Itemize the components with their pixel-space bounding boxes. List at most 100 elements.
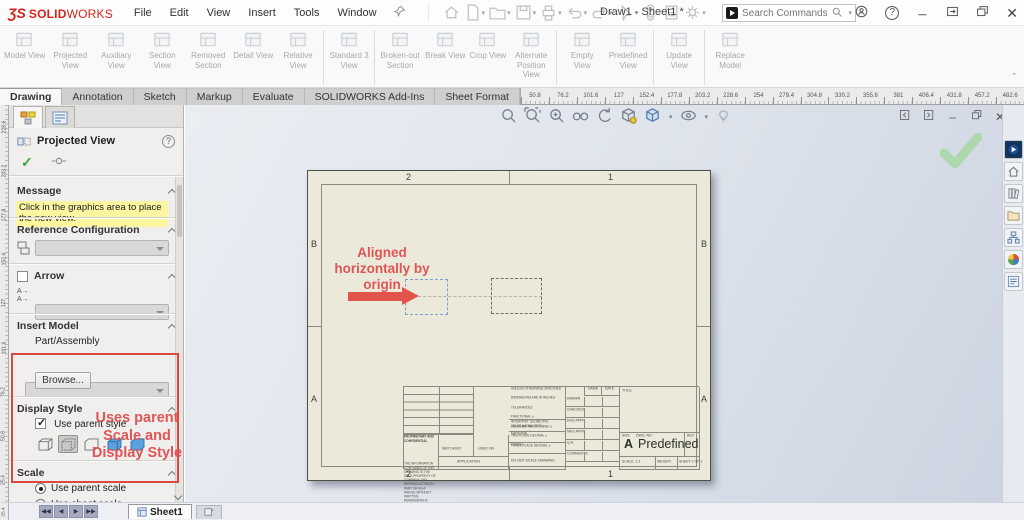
doc-minimize-icon[interactable] — [947, 109, 959, 124]
menu-item[interactable]: Insert — [239, 4, 285, 22]
graphics-area[interactable]: ▾ ▾ ✕ 2 1 2 1 B A B A PROPRIETARY AND CO… — [185, 105, 1002, 502]
broken-out-section-button[interactable]: Broken-out Section — [377, 28, 423, 70]
custom-properties-icon[interactable] — [1004, 272, 1023, 291]
zoom-in-out-icon[interactable] — [548, 107, 565, 127]
pin-menu-icon[interactable] — [393, 5, 406, 20]
prev-sheet-icon[interactable]: ◀ — [54, 505, 68, 518]
arrow-section-header[interactable]: Arrow — [9, 268, 183, 284]
tab-property-manager[interactable] — [13, 106, 43, 128]
display-style-icon[interactable] — [680, 107, 697, 127]
design-library-icon[interactable] — [1004, 184, 1023, 203]
menu-item[interactable]: Tools — [285, 4, 329, 22]
first-sheet-icon[interactable]: ◀◀ — [39, 505, 53, 518]
tab-annotation[interactable]: Annotation — [62, 88, 134, 105]
wireframe-style-button[interactable] — [35, 435, 55, 453]
ribbon-button-icon — [289, 32, 306, 47]
sheet-tab[interactable]: Sheet1 — [128, 504, 192, 519]
tab-drawing[interactable]: Drawing — [0, 88, 63, 105]
tab-evaluate[interactable]: Evaluate — [242, 88, 305, 105]
use-parent-style-checkbox[interactable] — [35, 416, 46, 429]
view-orientation-cube-icon[interactable] — [644, 107, 661, 127]
zone-label: B — [311, 239, 318, 249]
zoom-to-fit-icon[interactable] — [500, 107, 517, 127]
options-gear-icon[interactable]: ▾ — [684, 4, 706, 21]
next-sheet-icon[interactable]: ▶ — [69, 505, 83, 518]
ribbon-group-separator — [653, 30, 655, 85]
predefined-view-button[interactable]: Predefined View — [605, 28, 651, 70]
model-view-button[interactable]: Model View — [2, 28, 47, 61]
menu-item[interactable]: Edit — [161, 4, 198, 22]
doc-close-icon[interactable]: ✕ — [995, 110, 1002, 124]
help-icon[interactable]: ? — [885, 6, 900, 20]
home-tab-icon[interactable] — [1004, 162, 1023, 181]
appearances-icon[interactable] — [1004, 250, 1023, 269]
rotate-view-icon[interactable] — [596, 107, 613, 127]
drawing-sheet[interactable]: 2 1 2 1 B A B A PROPRIETARY AND CONFIDEN — [307, 170, 711, 502]
update-view-button[interactable]: Update View — [656, 28, 702, 70]
file-explorer-icon[interactable] — [1004, 206, 1023, 225]
menu-bar: File Edit View Insert Tools Window — [125, 4, 386, 22]
menu-item[interactable]: View — [198, 4, 240, 22]
section-view-button[interactable]: Section View — [139, 28, 185, 70]
hide-show-items-icon[interactable] — [715, 107, 732, 127]
account-icon[interactable] — [855, 5, 868, 21]
search-input[interactable] — [742, 7, 828, 19]
restore-icon[interactable] — [976, 5, 989, 21]
standard-3-view-button[interactable]: Standard 3 View — [326, 28, 372, 70]
removed-section-button[interactable]: Removed Section — [185, 28, 231, 70]
print-icon[interactable]: ▾ — [540, 4, 562, 21]
keep-visible-pin-icon[interactable] — [51, 156, 67, 169]
scale-option[interactable]: Use parent scale — [35, 483, 126, 494]
tab-configuration-manager[interactable] — [45, 106, 75, 128]
tab-solidworks-add-ins[interactable]: SOLIDWORKS Add-Ins — [304, 88, 436, 105]
menu-item[interactable]: File — [125, 4, 161, 22]
configuration-dropdown[interactable] — [35, 240, 169, 256]
message-section-header[interactable]: Message — [9, 183, 183, 199]
browse-button[interactable]: Browse... — [35, 372, 91, 389]
scale-section-header[interactable]: Scale — [9, 465, 183, 481]
dock-window-icon[interactable] — [946, 5, 959, 21]
arrow-checkbox[interactable] — [17, 270, 28, 282]
tab-sheet-format[interactable]: Sheet Format — [435, 88, 520, 105]
magnified-selection-icon[interactable] — [572, 107, 589, 127]
open-folder-icon[interactable]: ▾ — [489, 4, 511, 21]
reference-configuration-header[interactable]: Reference Configuration — [9, 222, 183, 238]
save-icon[interactable]: ▾ — [515, 4, 536, 21]
ok-check-icon[interactable]: ✓ — [21, 154, 33, 171]
insert-model-header[interactable]: Insert Model — [9, 318, 183, 334]
menu-item[interactable]: Window — [328, 4, 385, 22]
next-window-icon[interactable] — [923, 109, 935, 124]
minimize-icon[interactable] — [916, 5, 929, 21]
search-magnifier-icon[interactable] — [831, 6, 843, 21]
zone-label: 2 — [406, 172, 412, 182]
tab-markup[interactable]: Markup — [186, 88, 243, 105]
ribbon-collapse-chevron[interactable]: ˆ — [1012, 72, 1016, 84]
hidden-lines-visible-style-button[interactable] — [58, 435, 78, 453]
replace-model-button[interactable]: Replace Model — [707, 28, 753, 70]
scale-radio[interactable] — [35, 483, 46, 494]
detail-view-button[interactable]: Detail View — [231, 28, 275, 61]
alternate-position-view-button[interactable]: Alternate Position View — [508, 28, 554, 80]
solidworks-resources-icon[interactable] — [1004, 140, 1023, 159]
3d-drawing-view-icon[interactable] — [620, 107, 637, 127]
search-caret-icon[interactable]: ▾ — [848, 9, 852, 17]
projected-view-button[interactable]: Projected View — [47, 28, 93, 70]
add-sheet-tab[interactable] — [195, 504, 222, 519]
tab-sketch[interactable]: Sketch — [133, 88, 187, 105]
doc-restore-icon[interactable] — [971, 109, 983, 124]
zoom-to-area-icon[interactable] — [524, 107, 541, 127]
new-document-icon[interactable]: ▾ — [464, 4, 485, 21]
relative-view-button[interactable]: Relative View — [275, 28, 321, 70]
undo-icon[interactable]: ▾ — [566, 4, 587, 21]
previous-window-icon[interactable] — [899, 109, 911, 124]
view-palette-icon[interactable] — [1004, 228, 1023, 247]
close-icon[interactable]: ✕ — [1006, 5, 1018, 22]
last-sheet-icon[interactable]: ▶▶ — [84, 505, 98, 518]
break-view-button[interactable]: Break View — [423, 28, 467, 61]
empty-view-button[interactable]: Empty View — [559, 28, 605, 70]
home-icon[interactable] — [443, 4, 460, 21]
crop-view-button[interactable]: Crop View — [467, 28, 508, 61]
auxiliary-view-button[interactable]: Auxiliary View — [93, 28, 139, 70]
search-commands-box[interactable]: ▾ — [722, 4, 856, 22]
panel-help-icon[interactable]: ? — [162, 134, 175, 148]
